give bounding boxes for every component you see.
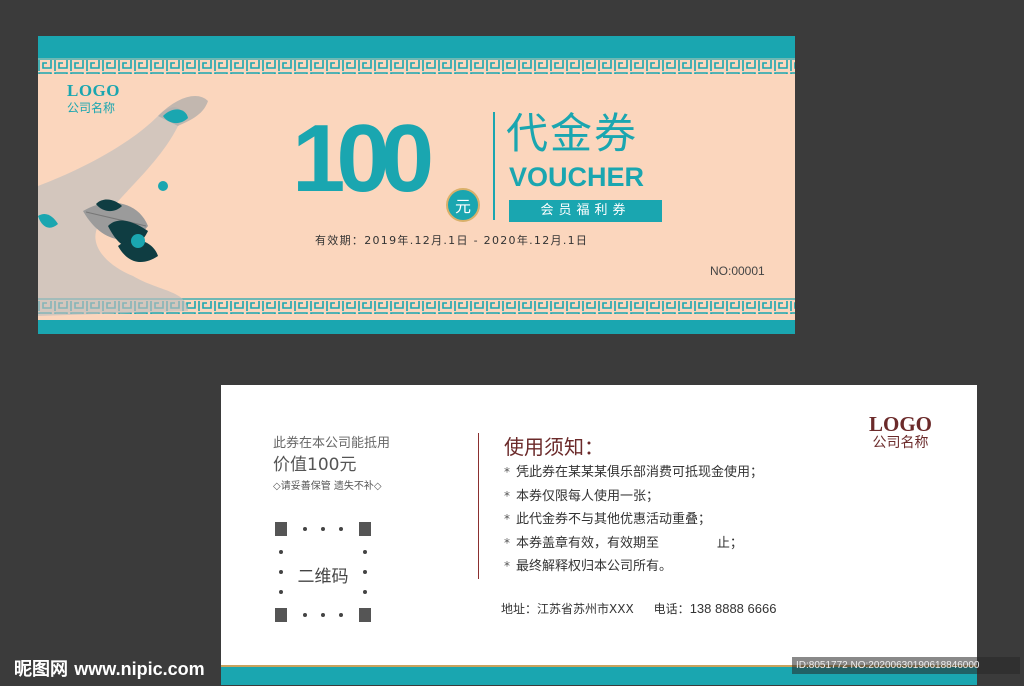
qr-dot	[279, 590, 283, 594]
unit-badge: 元	[446, 188, 480, 222]
qr-dot	[363, 550, 367, 554]
qr-dot	[279, 550, 283, 554]
watermark-url: www.nipic.com	[74, 659, 205, 679]
watermark-brand: 昵图网	[14, 659, 68, 680]
title-chinese: 代金券	[506, 109, 639, 158]
phone-label: 电话：	[653, 602, 690, 616]
back-divider	[478, 433, 479, 579]
qr-dot	[303, 613, 307, 617]
logo-text: LOGO	[869, 412, 933, 436]
voucher-front: LOGO 公司名称 100 元 代金券 VOUCHER 会员福利券 有效期：20…	[38, 36, 795, 334]
front-logo: LOGO 公司名称	[67, 82, 120, 116]
logo-text: LOGO	[67, 81, 121, 100]
qr-corner	[275, 608, 287, 622]
top-band	[38, 36, 795, 58]
qr-dot	[321, 613, 325, 617]
phone-number: 138 8888 6666	[689, 601, 777, 616]
image-id-tag: ID:8051772 NO:20200630190618846000	[792, 657, 1020, 674]
qr-dot	[363, 590, 367, 594]
notice-title: 使用须知：	[504, 435, 604, 459]
asterisk-icon: *	[504, 465, 510, 479]
back-logo: LOGO 公司名称	[869, 413, 932, 452]
rule-item: * 凭此券在某某某俱乐部消费可抵现金使用；	[504, 461, 763, 485]
serial-number: NO:00001	[710, 264, 765, 278]
top-meander-border	[38, 58, 795, 74]
contact-line: 地址：江苏省苏州市XXX 电话：138 8888 6666	[501, 600, 776, 617]
address: 地址：江苏省苏州市XXX	[501, 602, 634, 616]
qr-corner	[359, 608, 371, 622]
usage-statement: 此券在本公司能抵用	[273, 436, 391, 451]
amount: 100	[292, 105, 434, 212]
rule-item: * 此代金券不与其他优惠活动重叠；	[504, 508, 763, 532]
qr-corner	[275, 522, 287, 536]
company-name: 公司名称	[67, 101, 116, 115]
keep-safe-note: ◇请妥善保管 遗失不补◇	[273, 481, 382, 492]
site-watermark: 昵图网 www.nipic.com	[14, 655, 205, 681]
member-benefit-label: 会员福利券	[509, 200, 662, 222]
usage-rules: * 凭此券在某某某俱乐部消费可抵现金使用； * 本券仅限每人使用一张； * 此代金券不…	[504, 461, 763, 579]
qr-dot	[339, 527, 343, 531]
qr-corner	[359, 522, 371, 536]
qr-dot	[321, 527, 325, 531]
voucher-back: 此券在本公司能抵用 价值100元 ◇请妥善保管 遗失不补◇ 二维码 使用须知： …	[221, 385, 977, 685]
asterisk-icon: *	[504, 512, 510, 526]
value-statement: 价值100元	[273, 455, 357, 475]
qr-dot	[303, 527, 307, 531]
title-english: VOUCHER	[509, 162, 645, 192]
company-name: 公司名称	[872, 435, 929, 451]
title-divider	[493, 112, 495, 220]
rule-item: * 本券仅限每人使用一张；	[504, 485, 763, 509]
qr-code-placeholder: 二维码	[275, 522, 371, 622]
rule-item: * 本券盖章有效，有效期至 止；	[504, 532, 763, 556]
rule-item: * 最终解释权归本公司所有。	[504, 555, 763, 579]
qr-dot	[339, 613, 343, 617]
asterisk-icon: *	[504, 559, 510, 573]
validity-period: 有效期：2019年.12月.1日 - 2020年.12月.1日	[315, 234, 589, 247]
bottom-band	[38, 320, 795, 334]
asterisk-icon: *	[504, 535, 510, 550]
qr-label: 二维码	[297, 567, 349, 587]
asterisk-icon: *	[504, 488, 510, 503]
